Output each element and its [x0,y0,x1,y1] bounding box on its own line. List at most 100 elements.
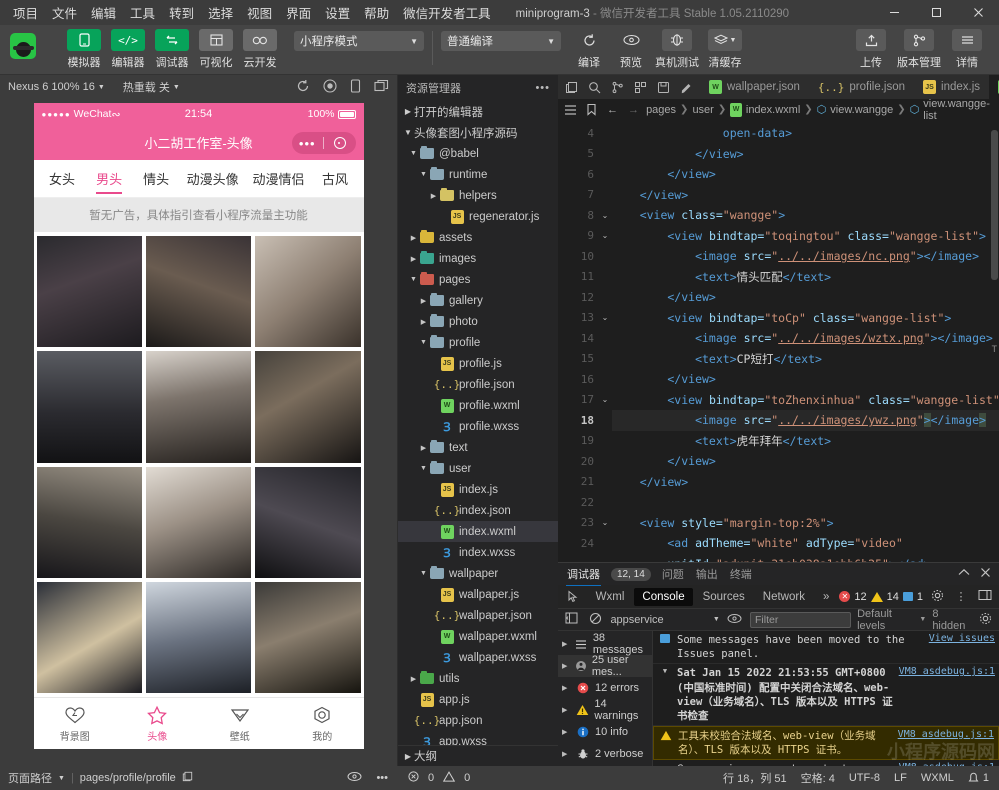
grid-item[interactable] [255,351,361,463]
project-root-section[interactable]: ▼ 头像套图小程序源码 [398,122,558,143]
notifications-button[interactable]: 1 [968,772,989,785]
encoding[interactable]: UTF-8 [849,772,880,784]
phone-tab-4[interactable]: 动漫情侣 [246,160,312,197]
code-line[interactable]: open-data> [612,123,999,144]
close-target-icon[interactable] [324,137,356,149]
window-icon[interactable] [374,79,389,96]
devtools-tab-wxml[interactable]: Wxml [588,588,633,606]
code-line[interactable]: </view> [612,451,999,472]
code-line[interactable]: </view> [612,164,999,185]
code-line[interactable]: <image src= " ../../images/nc.png " ></image… [612,246,999,267]
menu-item-interface[interactable]: 界面 [279,1,318,24]
more-icon[interactable]: ••• [292,136,324,151]
clear-console-icon[interactable] [586,612,604,628]
open-editors-section[interactable]: ▶ 打开的编辑器 [398,101,558,122]
settings-icon[interactable] [977,612,995,628]
console-levels-select[interactable]: Default levels ▼ [857,608,926,632]
breadcrumb-symbol-1[interactable]: view.wangge [830,104,893,116]
tree-item[interactable]: Ɜindex.wxss [398,542,558,563]
editor-tab-profile-json[interactable]: {..} profile.json [808,75,915,99]
simulator-button[interactable]: 模拟器 [64,29,104,70]
code-line[interactable]: <text> 虎年拜年 </text> [612,431,999,452]
tree-item[interactable]: {..} app.json [398,710,558,731]
code-line[interactable]: <view class= "wangge" > [612,205,999,226]
console-sidebar-user-messages[interactable]: ▶ 25 user mes... [558,654,652,678]
tree-item[interactable]: Ɜwallpaper.wxss [398,647,558,668]
code-editor[interactable]: 4567891011121314151617181920212223242526… [558,120,999,562]
compile-select[interactable]: 普通编译 ▼ [441,31,561,51]
arrow-left-icon[interactable]: ← [604,104,621,116]
fold-chevron-icon[interactable]: ⌄ [598,390,612,411]
code-line[interactable]: </view> [612,472,999,493]
breadcrumb-user[interactable]: user [692,104,713,116]
more-icon[interactable]: ••• [535,82,550,94]
tree-item[interactable]: JS app.js [398,689,558,710]
phone-tab-5[interactable]: 古风 [311,160,358,197]
grid-item[interactable] [255,236,361,348]
more-icon[interactable]: ••• [376,772,388,784]
preview-button[interactable]: 预览 [611,29,651,70]
inspect-element-icon[interactable] [562,590,586,603]
console-message-source[interactable]: VM8 asdebug.js:1 [899,666,995,677]
grid-item[interactable] [145,236,252,348]
tree-item[interactable]: Wprofile.wxml [398,395,558,416]
upload-button[interactable]: 上传 [851,29,891,70]
phone-tab-1[interactable]: 男头 [86,160,133,197]
grid-item[interactable] [36,466,142,578]
chevron-up-icon[interactable] [958,568,970,580]
debugger-tab-output[interactable]: 输出 [695,563,719,585]
language-mode[interactable]: WXML [921,772,954,784]
menu-item-tools[interactable]: 工具 [123,1,162,24]
eye-icon[interactable] [347,771,362,785]
tree-item[interactable]: Windex.wxml [398,521,558,542]
bookmark-icon[interactable] [583,103,600,116]
view-issues-link[interactable]: View issues [929,633,995,644]
user-avatar[interactable] [10,33,36,59]
branch-icon[interactable] [606,75,629,99]
code-line[interactable]: </view> [612,287,999,308]
grid-item[interactable] [145,466,252,578]
editor-scrollbar[interactable] [989,120,999,562]
fold-gutter[interactable]: ⌄ ⌄ ⌄ ⌄ ⌄ [598,120,612,562]
debugger-tab-debugger[interactable]: 调试器 [566,563,601,586]
compile-button[interactable]: 编译 [569,29,609,70]
wechat-capsule-button[interactable]: ••• [291,132,356,154]
code-line[interactable]: <view bindtap= "toZhenxinhua" class= "wang… [612,390,999,411]
editor-button[interactable]: </> 编辑器 [108,29,148,70]
close-icon[interactable] [957,0,999,25]
console-output[interactable]: Some messages have been moved to the Iss… [653,631,999,766]
tree-item[interactable]: ▼ @babel [398,143,558,164]
cursor-position[interactable]: 行 18，列 51 [723,770,787,786]
tree-item[interactable]: {..} index.json [398,500,558,521]
line-ending[interactable]: LF [894,772,907,784]
menu-item-file[interactable]: 文件 [45,1,84,24]
console-context-select[interactable]: appservice ▼ [610,614,719,626]
code-line[interactable] [612,492,999,513]
console-filter-input[interactable]: Filter [749,611,852,628]
breadcrumb-pages[interactable]: pages [646,104,676,116]
visualize-button[interactable]: 可视化 [196,29,236,70]
fold-chevron-icon[interactable]: ⌄ [598,205,612,226]
copy-icon[interactable] [560,75,583,99]
tree-item[interactable]: Ɜapp.wxss [398,731,558,745]
status-problems[interactable]: 0 0 [398,771,558,785]
rotate-icon[interactable] [296,79,310,96]
grid-item[interactable] [36,236,142,348]
editor-tab-index-js[interactable]: JS index.js [914,75,990,99]
breadcrumb-file[interactable]: index.wxml [746,104,800,116]
tree-item[interactable]: Wwallpaper.wxml [398,626,558,647]
close-icon[interactable] [980,567,991,581]
tree-item[interactable]: ▶ utils [398,668,558,689]
phone-tab-2[interactable]: 情头 [133,160,180,197]
tree-item[interactable]: Ɜprofile.wxss [398,416,558,437]
record-icon[interactable] [323,78,337,96]
tree-item[interactable]: {..} wallpaper.json [398,605,558,626]
page-path-label[interactable]: 页面路径 [8,770,52,786]
real-device-test-button[interactable]: 真机测试 [653,29,701,70]
fold-chevron-icon[interactable]: ⌄ [598,513,612,534]
tree-item[interactable]: JS index.js [398,479,558,500]
console-sidebar-messages[interactable]: ▶ 38 messages [558,632,652,656]
menu-item-settings[interactable]: 设置 [318,1,357,24]
version-control-button[interactable]: 版本管理 [895,29,943,70]
gear-icon[interactable] [927,589,947,605]
